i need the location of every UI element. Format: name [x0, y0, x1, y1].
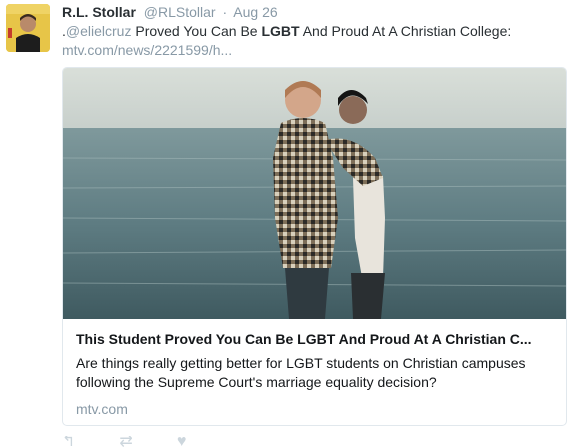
mention-link[interactable]: .@elielcruz	[62, 23, 131, 39]
card-body: This Student Proved You Can Be LGBT And …	[63, 319, 566, 417]
tweet-text-before: Proved You Can Be	[131, 23, 262, 39]
card-title[interactable]: This Student Proved You Can Be LGBT And …	[76, 330, 554, 348]
tweet-text-after: And Proud At A Christian College:	[299, 23, 512, 39]
header-separator: ·	[222, 4, 228, 20]
tweet-link[interactable]: mtv.com/news/2221599/h...	[62, 41, 567, 60]
reply-icon[interactable]: ↰	[62, 436, 75, 448]
card-description: Are things really getting better for LGB…	[76, 355, 526, 390]
like-icon[interactable]: ♥	[177, 436, 187, 448]
link-card[interactable]: This Student Proved You Can Be LGBT And …	[62, 67, 567, 426]
tweet-actions: ↰ ⇄ ♥	[62, 436, 186, 448]
card-image[interactable]	[63, 68, 566, 319]
tweet-header: R.L. Stollar @RLStollar · Aug 26	[62, 3, 278, 21]
tweet-keyword: LGBT	[261, 23, 300, 39]
card-domain: mtv.com	[76, 401, 128, 417]
card-photo	[63, 68, 566, 319]
avatar-image	[6, 4, 50, 52]
mention-handle: @elielcruz	[65, 23, 132, 39]
avatar[interactable]	[6, 4, 50, 52]
author-name[interactable]: R.L. Stollar	[62, 4, 136, 20]
author-handle[interactable]: @RLStollar	[144, 4, 216, 20]
tweet-timestamp[interactable]: Aug 26	[233, 4, 277, 20]
retweet-icon[interactable]: ⇄	[119, 436, 132, 448]
tweet-text: .@elielcruz Proved You Can Be LGBT And P…	[62, 22, 567, 60]
